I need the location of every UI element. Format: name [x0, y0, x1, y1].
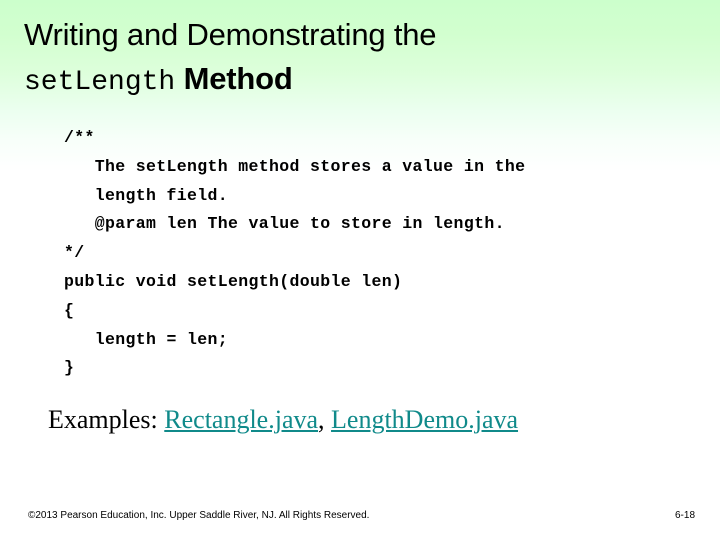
examples-separator: ,	[318, 405, 332, 434]
code-line: /**	[64, 128, 95, 147]
title-method-word: Method	[175, 61, 293, 96]
example-link-lengthdemo-java[interactable]: LengthDemo.java	[331, 405, 518, 434]
examples-label: Examples:	[48, 405, 165, 434]
slide-title: Writing and Demonstrating the setLength …	[24, 16, 684, 104]
slide-canvas: Writing and Demonstrating the setLength …	[0, 0, 720, 540]
code-line: public void setLength(double len)	[64, 271, 403, 291]
code-line: */	[64, 243, 85, 263]
footer-page-number: 6-18	[674, 510, 695, 521]
code-line: length = len;	[64, 329, 229, 349]
code-line: length field.	[64, 185, 229, 205]
title-line-1-text: Writing and Demonstrating the	[24, 17, 437, 52]
code-line: }	[64, 358, 75, 378]
java-code-block: /** The setLength method stores a value …	[64, 124, 664, 383]
title-method-name: setLength	[24, 67, 176, 98]
footer-copyright: ©2013 Pearson Education, Inc. Upper Sadd…	[28, 510, 370, 521]
code-line: @param len The value to store in length.	[64, 214, 505, 234]
title-line-2: setLength Method	[24, 60, 684, 104]
examples-line: Examples: Rectangle.java, LengthDemo.jav…	[48, 404, 518, 440]
example-link-rectangle-java[interactable]: Rectangle.java	[164, 405, 318, 434]
code-line: {	[64, 300, 75, 320]
title-line-1: Writing and Demonstrating the	[24, 16, 684, 60]
code-line: The setLength method stores a value in t…	[64, 156, 526, 176]
